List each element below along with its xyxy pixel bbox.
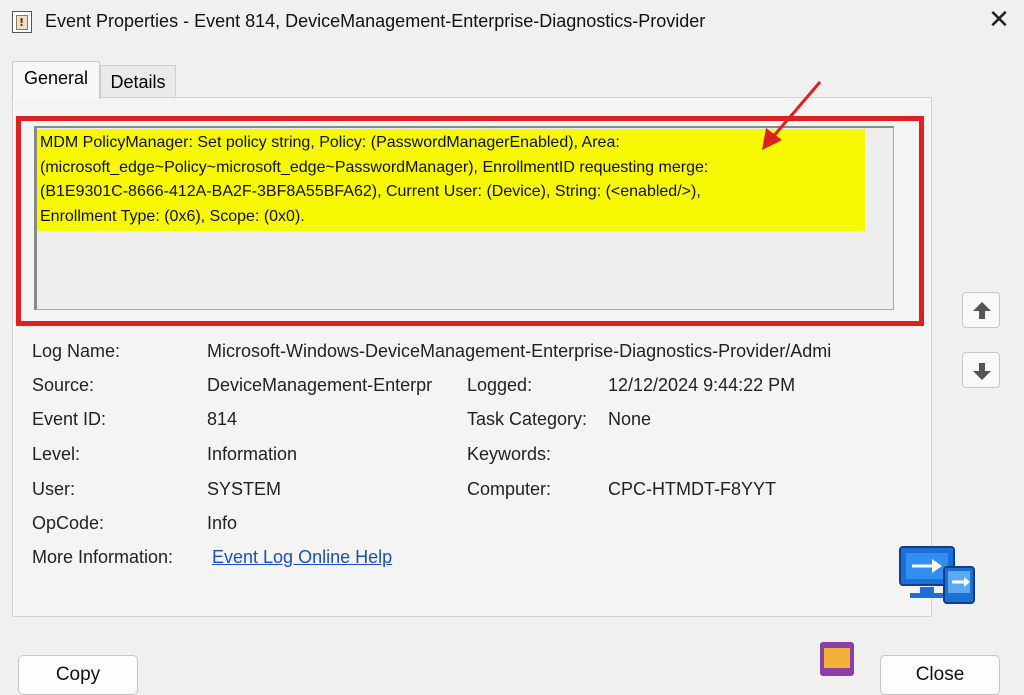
copy-button[interactable]: Copy bbox=[18, 655, 138, 695]
log-name-label: Log Name: bbox=[32, 341, 121, 361]
computer-label: Computer: bbox=[467, 479, 552, 499]
keywords-label: Keywords: bbox=[467, 444, 552, 464]
level-label: Level: bbox=[32, 444, 81, 464]
event-id-value[interactable]: 814 bbox=[207, 409, 447, 430]
arrow-down-icon bbox=[973, 363, 991, 380]
event-viewer-icon: ! bbox=[12, 11, 32, 33]
logged-label: Logged: bbox=[467, 375, 533, 395]
level-value[interactable]: Information bbox=[207, 444, 447, 465]
event-id-label: Event ID: bbox=[32, 409, 107, 429]
previous-event-button[interactable] bbox=[962, 292, 1000, 328]
window-title: Event Properties - Event 814, DeviceMana… bbox=[45, 11, 706, 31]
computer-value[interactable]: CPC-HTMDT-F8YYT bbox=[608, 479, 898, 500]
arrow-up-icon bbox=[973, 302, 991, 319]
title-bar: ! Event Properties - Event 814, DeviceMa… bbox=[0, 0, 1024, 46]
log-name-value[interactable]: Microsoft-Windows-DeviceManagement-Enter… bbox=[207, 341, 905, 362]
close-button[interactable]: Close bbox=[880, 655, 1000, 695]
close-window-button[interactable]: ✕ bbox=[984, 5, 1014, 35]
event-log-online-help-link[interactable]: Event Log Online Help bbox=[212, 547, 462, 568]
remote-desktop-icon bbox=[899, 546, 975, 604]
tab-details[interactable]: Details bbox=[100, 65, 176, 97]
task-category-value[interactable]: None bbox=[608, 409, 898, 430]
htmd-logo bbox=[820, 642, 854, 676]
annotation-arrow-icon bbox=[762, 81, 822, 150]
logged-value[interactable]: 12/12/2024 9:44:22 PM bbox=[608, 375, 898, 396]
source-value[interactable]: DeviceManagement-Enterpr bbox=[207, 375, 453, 396]
more-information-label: More Information: bbox=[32, 547, 174, 567]
user-label: User: bbox=[32, 479, 76, 499]
user-value[interactable]: SYSTEM bbox=[207, 479, 447, 500]
source-label: Source: bbox=[32, 375, 95, 395]
opcode-value[interactable]: Info bbox=[207, 513, 447, 534]
tab-general[interactable]: General bbox=[12, 61, 100, 99]
opcode-label: OpCode: bbox=[32, 513, 105, 533]
next-event-button[interactable] bbox=[962, 352, 1000, 388]
task-category-label: Task Category: bbox=[467, 409, 588, 429]
